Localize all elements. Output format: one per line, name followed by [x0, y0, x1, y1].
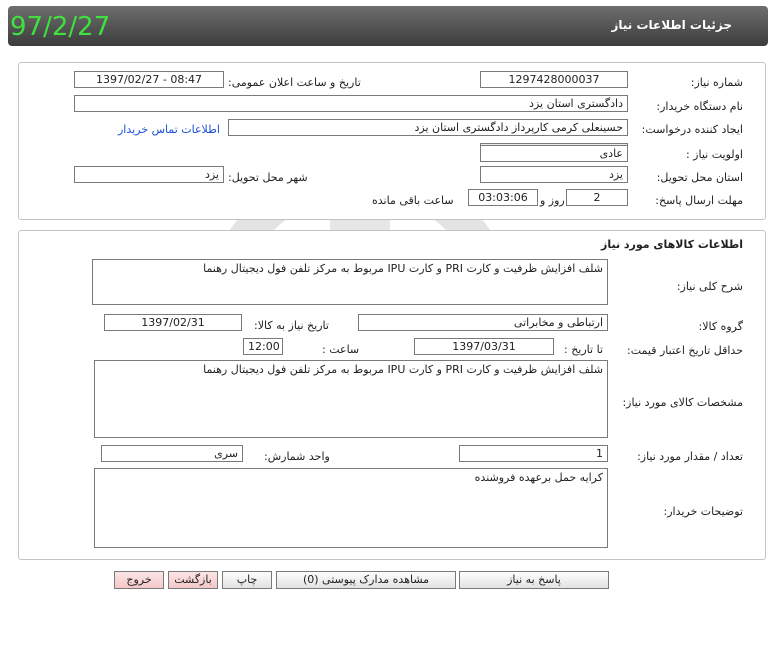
- need-number-label: شماره نیاز:: [690, 76, 743, 89]
- unit-field: سری: [101, 445, 243, 462]
- city-label: شهر محل تحویل:: [228, 171, 308, 184]
- priority-label: اولویت نیاز :: [685, 148, 743, 161]
- days-label: روز و: [540, 194, 565, 207]
- remaining-label: ساعت باقی مانده: [372, 194, 454, 207]
- page-title: جزئیات اطلاعات نیاز: [611, 18, 732, 32]
- hour-field: 12:00: [243, 338, 283, 355]
- province-label: استان محل تحویل:: [656, 171, 743, 184]
- respond-button[interactable]: پاسخ به نیاز: [459, 571, 609, 589]
- goods-group-label: گروه کالا:: [698, 320, 743, 333]
- announce-field: 1397/02/27 - 08:47: [74, 71, 224, 88]
- date-stamp: 97/2/27: [10, 12, 111, 42]
- requester-field: حسینعلی کرمی کارپرداز دادگستری استان یزد: [228, 119, 628, 136]
- description-label: شرح کلی نیاز:: [676, 280, 743, 293]
- specs-field: شلف افزایش ظرفیت و کارت PRI و کارت IPU م…: [94, 360, 608, 438]
- hour-label: ساعت :: [322, 343, 360, 356]
- quantity-field: 1: [459, 445, 608, 462]
- remaining-time-field: 03:03:06: [468, 189, 538, 206]
- buyer-notes-label: توضیحات خریدار:: [663, 505, 744, 518]
- announce-label: تاریخ و ساعت اعلان عمومی:: [228, 76, 361, 89]
- priority-field: عادی: [480, 145, 628, 162]
- until-date-field: 1397/03/31: [414, 338, 554, 355]
- need-date-label: تاریخ نیاز به کالا:: [254, 319, 329, 332]
- exit-button[interactable]: خروج: [114, 571, 164, 589]
- buyer-notes-field: کرایه حمل برعهده فروشنده: [94, 468, 608, 548]
- print-button[interactable]: چاپ: [222, 571, 272, 589]
- days-field: 2: [566, 189, 628, 206]
- description-field: شلف افزایش ظرفیت و کارت PRI و کارت IPU م…: [92, 259, 608, 305]
- quantity-label: تعداد / مقدار مورد نیاز:: [637, 450, 743, 463]
- requester-label: ایجاد کننده درخواست:: [641, 123, 743, 136]
- back-button[interactable]: بازگشت: [168, 571, 218, 589]
- attachments-button[interactable]: مشاهده مدارک پیوستی (0): [276, 571, 456, 589]
- goods-group-field: ارتباطی و مخابراتی: [358, 314, 608, 331]
- deadline-label: مهلت ارسال پاسخ:: [655, 194, 743, 207]
- need-date-field: 1397/02/31: [104, 314, 242, 331]
- until-date-label: تا تاریخ :: [564, 343, 603, 356]
- unit-label: واحد شمارش:: [264, 450, 330, 463]
- price-validity-label: حداقل تاریخ اعتبار قیمت:: [627, 344, 743, 357]
- buyer-field: دادگستری استان یزد: [74, 95, 628, 112]
- city-field: یزد: [74, 166, 224, 183]
- specs-label: مشخصات کالای مورد نیاز:: [622, 396, 743, 409]
- buyer-label: نام دستگاه خریدار:: [656, 100, 743, 113]
- contact-buyer-link[interactable]: اطلاعات تماس خریدار: [118, 123, 220, 136]
- need-number-field: 1297428000037: [480, 71, 628, 88]
- province-field: یزد: [480, 166, 628, 183]
- goods-section-title: اطلاعات کالاهای مورد نیاز: [601, 238, 743, 251]
